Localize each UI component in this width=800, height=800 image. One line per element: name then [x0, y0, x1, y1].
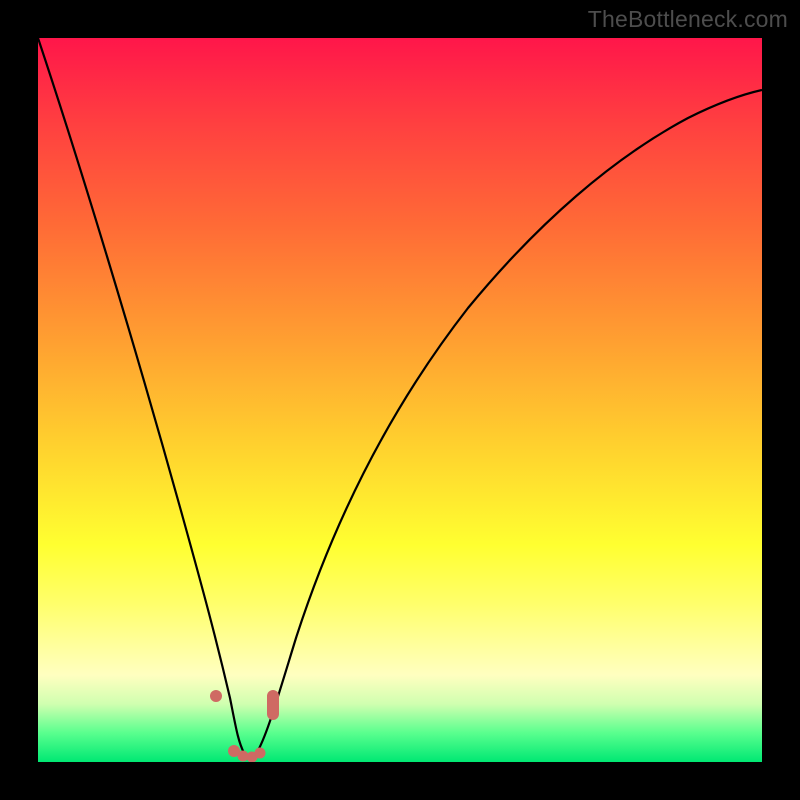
- marker-cluster: [267, 690, 279, 720]
- chart-frame: TheBottleneck.com: [0, 0, 800, 800]
- bottleneck-curve: [38, 38, 762, 757]
- marker-dot: [255, 748, 266, 759]
- marker-dot: [210, 690, 222, 702]
- plot-area: [38, 38, 762, 762]
- watermark-text: TheBottleneck.com: [588, 6, 788, 33]
- curve-layer: [38, 38, 762, 762]
